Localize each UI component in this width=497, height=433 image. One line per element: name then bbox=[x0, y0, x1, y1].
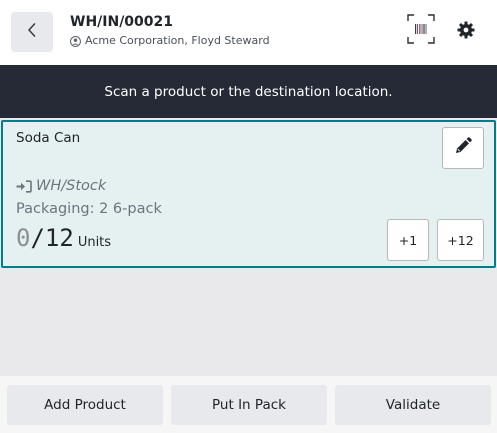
action-bar: Add Product Put In Pack Validate bbox=[0, 376, 497, 433]
increment-all-button[interactable]: +12 bbox=[437, 219, 484, 261]
barcode-scan-button[interactable] bbox=[407, 14, 435, 48]
back-button[interactable] bbox=[11, 12, 53, 52]
product-name: Soda Can bbox=[16, 130, 81, 146]
validate-button[interactable]: Validate bbox=[335, 385, 491, 425]
quantity: 0 /12 Units bbox=[16, 224, 111, 252]
picking-info: WH/IN/00021 Acme Corporation, Floyd Stew… bbox=[70, 13, 270, 48]
chevron-left-icon bbox=[26, 22, 38, 42]
scan-instruction-banner: Scan a product or the destination locati… bbox=[0, 65, 497, 118]
packaging-info: Packaging: 2 6-pack bbox=[16, 201, 162, 217]
barcode-scan-icon bbox=[407, 14, 435, 48]
picking-reference: WH/IN/00021 bbox=[70, 14, 174, 30]
user-circle-icon bbox=[70, 35, 81, 47]
add-product-button[interactable]: Add Product bbox=[7, 385, 163, 425]
location-name: WH/Stock bbox=[36, 178, 107, 194]
scan-instruction-text: Scan a product or the destination locati… bbox=[104, 83, 393, 100]
quantity-done: 0 bbox=[16, 224, 31, 252]
quantity-unit: Units bbox=[77, 235, 112, 250]
partner-name: Acme Corporation, Floyd Steward bbox=[85, 34, 270, 47]
settings-button[interactable] bbox=[455, 21, 477, 43]
quantity-demand: /12 bbox=[30, 224, 74, 252]
top-bar: WH/IN/00021 Acme Corporation, Floyd Stew… bbox=[0, 0, 497, 65]
picking-partner: Acme Corporation, Floyd Steward bbox=[70, 34, 270, 48]
gear-icon bbox=[457, 21, 475, 43]
pencil-icon bbox=[454, 137, 472, 159]
increment-one-button[interactable]: +1 bbox=[387, 219, 429, 261]
sign-in-icon bbox=[16, 179, 32, 193]
put-in-pack-button[interactable]: Put In Pack bbox=[171, 385, 327, 425]
move-line-card[interactable]: Soda Can WH/Stock Packaging: 2 6-pack 0 … bbox=[1, 120, 496, 268]
destination-location: WH/Stock bbox=[16, 178, 106, 194]
edit-line-button[interactable] bbox=[442, 127, 484, 169]
